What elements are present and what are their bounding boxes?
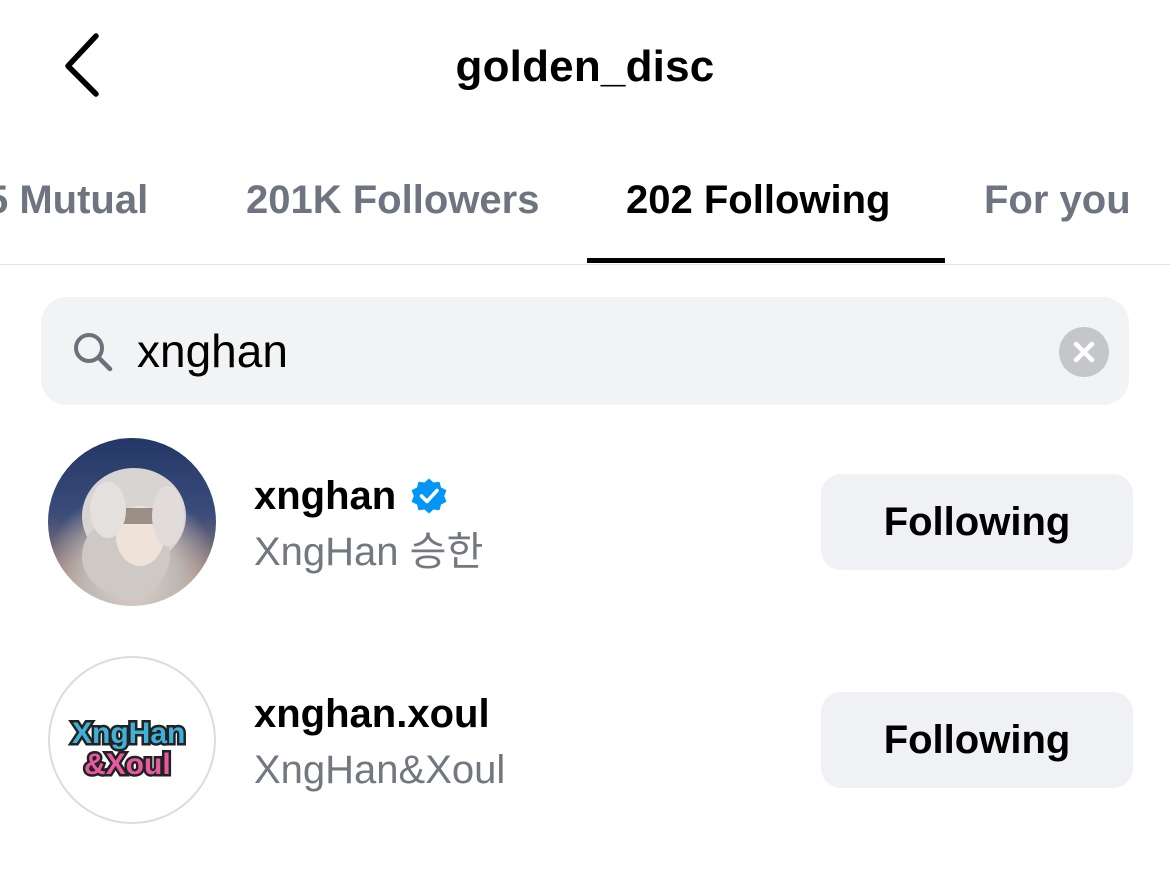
tab-mutual[interactable]: 5 Mutual [0, 176, 148, 224]
username-line: xnghan [254, 472, 450, 520]
full-name: XngHan 승한 [254, 530, 484, 574]
list-item: XngHan XngHan &Xoul &Xoul xnghan.xoul Xn… [0, 648, 1170, 838]
verified-badge-icon [411, 478, 447, 514]
following-button[interactable]: Following [821, 474, 1133, 570]
tab-bar: 5 Mutual 201K Followers 202 Following Fo… [0, 140, 1170, 265]
clear-icon [1073, 341, 1095, 363]
logo-line-1: XngHan [72, 717, 185, 750]
tab-followers[interactable]: 201K Followers [246, 176, 539, 224]
tab-for-you[interactable]: For you [984, 176, 1131, 224]
header: golden_disc [0, 0, 1170, 135]
active-tab-indicator [587, 258, 945, 263]
xnghan-xoul-logo: XngHan XngHan &Xoul &Xoul [70, 715, 188, 784]
search-icon [74, 333, 113, 372]
username-line: xnghan.xoul [254, 690, 490, 738]
full-name: XngHan&Xoul [254, 748, 506, 792]
username[interactable]: xnghan [254, 472, 396, 520]
clear-search-button[interactable] [1059, 327, 1109, 377]
tab-following[interactable]: 202 Following [626, 176, 890, 224]
logo-line-2: &Xoul [84, 748, 171, 781]
avatar[interactable] [48, 438, 216, 606]
search-input[interactable] [137, 321, 1037, 381]
username[interactable]: xnghan.xoul [254, 690, 490, 738]
list-item: xnghan XngHan 승한 Following [0, 430, 1170, 620]
following-button[interactable]: Following [821, 692, 1133, 788]
page-title: golden_disc [455, 42, 715, 91]
search-bar [41, 297, 1129, 405]
profile-photo [82, 468, 186, 596]
following-list-screen: golden_disc 5 Mutual 201K Followers 202 … [0, 0, 1170, 869]
avatar[interactable]: XngHan XngHan &Xoul &Xoul [48, 656, 216, 824]
